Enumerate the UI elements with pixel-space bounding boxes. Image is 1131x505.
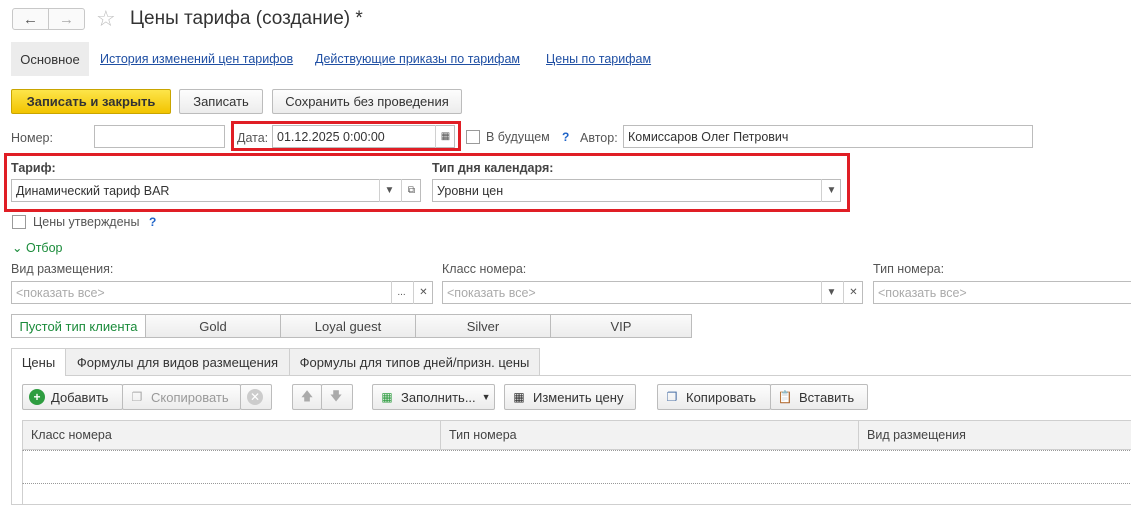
tariff-dropdown-icon[interactable]: ▼ (379, 179, 399, 202)
author-field[interactable]: Комиссаров Олег Петрович (623, 125, 1033, 148)
copy-label: Копировать (686, 389, 756, 405)
add-label: Добавить (51, 389, 109, 405)
caret-down-icon: ▼ (481, 392, 491, 402)
paste-icon: 📋 (777, 390, 793, 404)
copy-doc-icon: ❐ (131, 390, 143, 404)
tab-prices[interactable]: Цены (11, 348, 66, 376)
calendar-type-value: Уровни цен (437, 183, 504, 198)
plus-circle-icon: + (29, 389, 45, 405)
client-type-silver[interactable]: Silver (415, 314, 551, 338)
room-class-label: Класс номера: (442, 262, 527, 276)
placement-field[interactable]: <показать все> ... ✕ (11, 281, 433, 304)
room-type-label: Тип номера: (873, 262, 945, 276)
copy-row-label: Скопировать (151, 389, 229, 405)
save-button[interactable]: Записать (179, 89, 263, 114)
delete-circle-icon: ✕ (247, 389, 263, 405)
calendar-type-label: Тип дня календаря: (432, 161, 554, 175)
change-price-label: Изменить цену (533, 389, 624, 405)
paste-button[interactable]: 📋 Вставить (770, 384, 868, 410)
paste-label: Вставить (799, 389, 855, 405)
future-checkbox[interactable] (466, 130, 480, 144)
tariff-field[interactable]: Динамический тариф BAR ▼ ⧉ (11, 179, 421, 202)
room-class-clear-icon[interactable]: ✕ (843, 281, 863, 304)
placement-select-icon[interactable]: ... (391, 281, 411, 304)
fill-button[interactable]: ▦ Заполнить... ▼ (372, 384, 495, 410)
room-class-field[interactable]: <показать все> ▼ ✕ (442, 281, 863, 304)
client-type-empty[interactable]: Пустой тип клиента (11, 314, 146, 338)
date-field[interactable]: 01.12.2025 0:00:00 ▦ (272, 125, 455, 148)
column-placement[interactable]: Вид размещения (859, 421, 1131, 449)
tariff-label: Тариф: (11, 161, 56, 175)
page-title: Цены тарифа (создание) * (130, 8, 363, 29)
calculator-icon: ▦ (513, 390, 525, 404)
arrow-down-icon: 🡇 (329, 388, 343, 403)
forward-arrow-icon[interactable]: → (48, 9, 84, 29)
room-class-placeholder: <показать все> (447, 285, 536, 300)
filter-toggle-label: Отбор (25, 241, 63, 255)
number-field[interactable] (94, 125, 225, 148)
number-label: Номер: (11, 131, 53, 145)
client-type-loyal-guest[interactable]: Loyal guest (280, 314, 416, 338)
placement-clear-icon[interactable]: ✕ (413, 281, 433, 304)
tariff-open-icon[interactable]: ⧉ (401, 179, 421, 202)
link-tariff-price-history[interactable]: История изменений цен тарифов (100, 52, 293, 66)
column-room-class[interactable]: Класс номера (23, 421, 441, 449)
copy-button[interactable]: ❐ Копировать (657, 384, 771, 410)
tariff-value: Динамический тариф BAR (16, 183, 170, 198)
change-price-button[interactable]: ▦ Изменить цену (504, 384, 636, 410)
calendar-type-field[interactable]: Уровни цен ▼ (432, 179, 841, 202)
approved-label: Цены утверждены (33, 215, 140, 229)
copy-icon: ❐ (666, 390, 678, 404)
fill-icon: ▦ (381, 390, 393, 404)
table-row[interactable] (22, 450, 1131, 484)
add-button[interactable]: + Добавить (22, 384, 123, 410)
save-no-post-button[interactable]: Сохранить без проведения (272, 89, 462, 114)
approved-checkbox[interactable] (12, 215, 26, 229)
move-up-button[interactable]: 🡅 (292, 384, 322, 410)
table-empty-area (22, 484, 1131, 504)
back-arrow-icon[interactable]: ← (13, 9, 48, 29)
approved-help-icon[interactable]: ? (149, 215, 156, 229)
history-nav: ← → (12, 8, 85, 30)
star-icon[interactable]: ☆ (96, 6, 116, 32)
room-type-field[interactable]: <показать все> (873, 281, 1131, 304)
calendar-icon[interactable]: ▦ (435, 125, 455, 148)
author-label: Автор: (580, 131, 618, 145)
delete-button[interactable]: ✕ (240, 384, 272, 410)
client-type-vip[interactable]: VIP (550, 314, 692, 338)
arrow-up-icon: 🡅 (300, 388, 314, 403)
room-type-placeholder: <показать все> (878, 285, 967, 300)
column-room-type[interactable]: Тип номера (441, 421, 859, 449)
future-help-icon[interactable]: ? (562, 130, 569, 144)
tab-main[interactable]: Основное (11, 42, 89, 76)
placement-placeholder: <показать все> (16, 285, 105, 300)
room-class-dropdown-icon[interactable]: ▼ (821, 281, 841, 304)
fill-label: Заполнить... (401, 389, 476, 405)
link-active-orders[interactable]: Действующие приказы по тарифам (315, 52, 520, 66)
date-value: 01.12.2025 0:00:00 (277, 129, 385, 144)
table-header: Класс номера Тип номера Вид размещения (22, 420, 1131, 450)
tab-placement-formulas[interactable]: Формулы для видов размещения (65, 348, 290, 375)
calendar-type-dropdown-icon[interactable]: ▼ (821, 179, 841, 202)
copy-row-button[interactable]: ❐ Скопировать (122, 384, 241, 410)
tab-day-type-formulas[interactable]: Формулы для типов дней/призн. цены (289, 348, 540, 375)
client-type-gold[interactable]: Gold (145, 314, 281, 338)
filter-toggle[interactable]: ⌄ Отбор (12, 240, 62, 255)
save-close-button[interactable]: Записать и закрыть (11, 89, 171, 114)
placement-label: Вид размещения: (11, 262, 114, 276)
future-label: В будущем (486, 130, 550, 144)
link-tariff-prices[interactable]: Цены по тарифам (546, 52, 651, 66)
chevron-down-icon: ⌄ (12, 241, 23, 255)
move-down-button[interactable]: 🡇 (321, 384, 353, 410)
date-label: Дата: (237, 131, 269, 145)
